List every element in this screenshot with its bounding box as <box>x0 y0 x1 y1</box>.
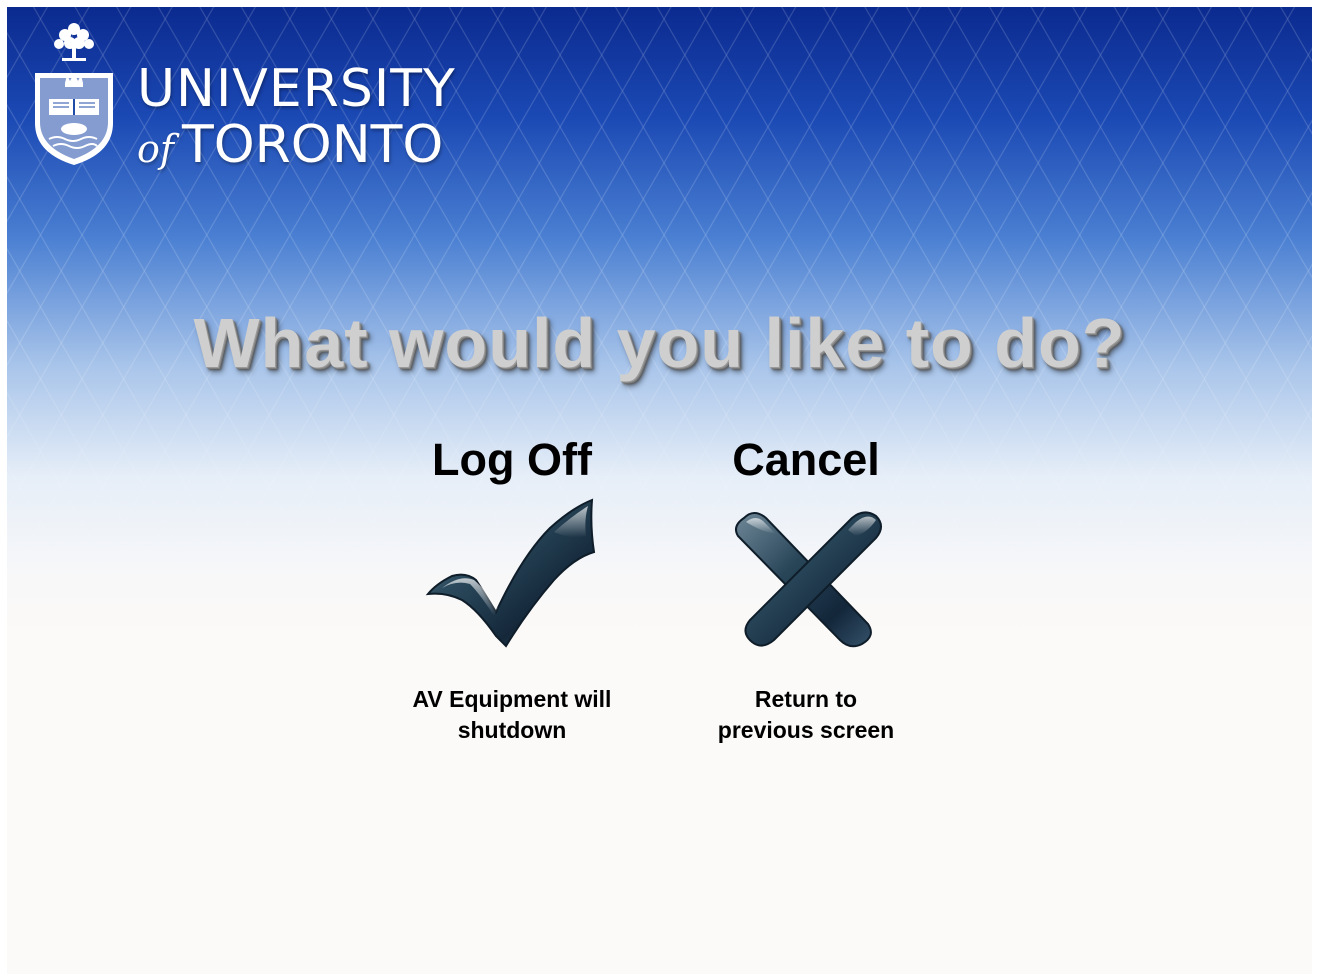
cancel-caption-line1: Return to <box>754 686 858 712</box>
cancel-label: Cancel <box>732 434 880 485</box>
logoff-confirmation-screen: UNIVERSITY of TORONTO What would you like… <box>7 7 1312 974</box>
log-off-button[interactable]: Log Off AV Equipment will shutdown <box>387 432 637 746</box>
wordmark-line-university: UNIVERSITY <box>137 59 456 119</box>
cancel-button[interactable]: Cancel Return to previous screen <box>681 432 931 746</box>
log-off-caption-line2: shutdown <box>457 717 567 743</box>
log-off-caption-line1: AV Equipment will <box>412 686 612 712</box>
university-wordmark: UNIVERSITY of TORONTO <box>137 63 456 171</box>
wordmark-toronto: TORONTO <box>181 115 444 175</box>
cancel-caption-line2: previous screen <box>717 717 895 743</box>
wordmark-line-toronto: of TORONTO <box>137 119 456 171</box>
log-off-caption: AV Equipment will shutdown <box>387 684 637 746</box>
university-crest-icon <box>35 23 113 165</box>
x-mark-icon <box>735 511 882 648</box>
university-logo: UNIVERSITY of TORONTO <box>29 15 469 175</box>
log-off-label: Log Off <box>432 434 592 485</box>
page-title: What would you like to do? <box>193 304 1126 382</box>
checkmark-icon <box>425 498 596 648</box>
wordmark-of: of <box>137 127 174 171</box>
cancel-caption: Return to previous screen <box>681 684 931 746</box>
